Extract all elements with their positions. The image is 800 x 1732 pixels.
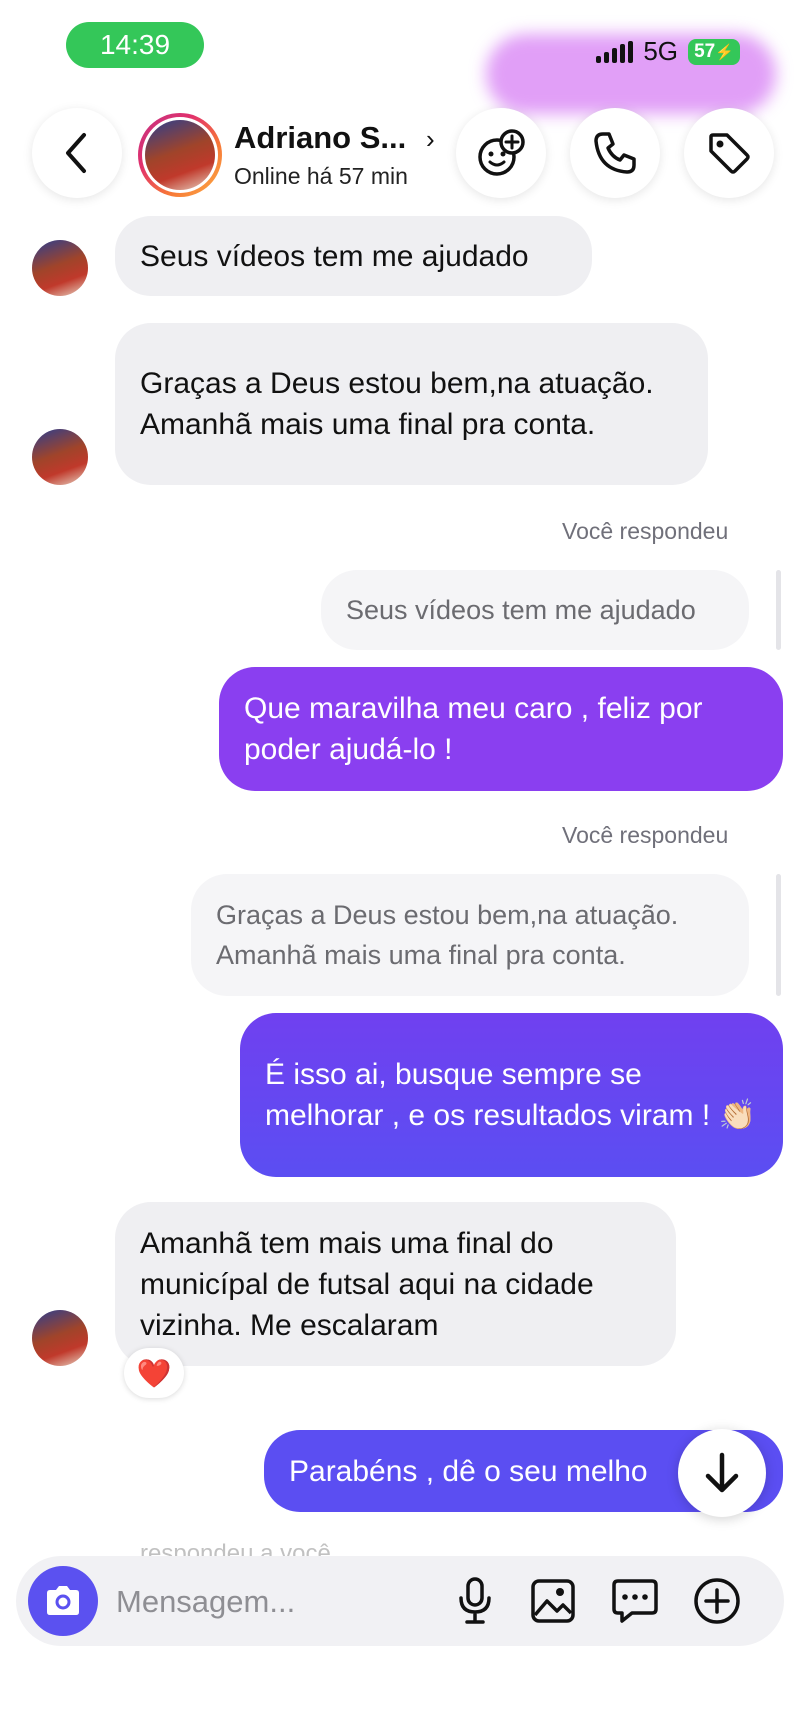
incoming-message[interactable]: Amanhã tem mais uma final do municípal d… bbox=[115, 1202, 676, 1366]
sender-avatar[interactable] bbox=[32, 240, 88, 296]
reply-quote[interactable]: Seus vídeos tem me ajudado bbox=[321, 570, 749, 650]
status-indicators: 5G 57 ⚡ bbox=[596, 36, 740, 67]
chat-options-button[interactable] bbox=[608, 1574, 662, 1628]
contact-status: Online há 57 min bbox=[234, 163, 408, 189]
reply-label: Você respondeu bbox=[562, 518, 729, 544]
reply-bar bbox=[776, 570, 781, 650]
phone-icon bbox=[594, 132, 636, 174]
sticker-button[interactable] bbox=[456, 108, 546, 198]
chevron-left-icon bbox=[66, 133, 86, 173]
sender-avatar[interactable] bbox=[32, 1310, 88, 1366]
image-icon bbox=[531, 1579, 575, 1623]
battery-icon: 57 ⚡ bbox=[688, 38, 740, 65]
gallery-button[interactable] bbox=[526, 1574, 580, 1628]
outgoing-message[interactable]: É isso ai, busque sempre se melhorar , e… bbox=[240, 1013, 783, 1177]
signal-icon bbox=[596, 40, 634, 63]
sticker-add-icon bbox=[478, 129, 525, 176]
reply-label: Você respondeu bbox=[562, 822, 729, 848]
arrow-down-icon bbox=[705, 1452, 739, 1493]
tag-button[interactable] bbox=[684, 108, 774, 198]
camera-button[interactable] bbox=[28, 1566, 98, 1636]
sender-avatar[interactable] bbox=[32, 429, 88, 485]
plus-circle-icon bbox=[694, 1578, 740, 1624]
contact-name[interactable]: Adriano S... bbox=[234, 120, 406, 156]
battery-level: 57 bbox=[694, 40, 716, 62]
add-button[interactable] bbox=[690, 1574, 744, 1628]
outgoing-message[interactable]: Que maravilha meu caro , feliz por poder… bbox=[219, 667, 783, 791]
incoming-message[interactable]: Graças a Deus estou bem,na atuação. Aman… bbox=[115, 323, 708, 485]
incoming-message[interactable]: Seus vídeos tem me ajudado bbox=[115, 216, 592, 296]
contact-avatar[interactable] bbox=[138, 113, 222, 197]
chevron-right-icon[interactable]: › bbox=[426, 124, 435, 155]
back-button[interactable] bbox=[32, 108, 122, 198]
voice-button[interactable] bbox=[448, 1574, 502, 1628]
status-time: 14:39 bbox=[66, 22, 204, 68]
heart-reaction[interactable]: ❤️ bbox=[124, 1348, 184, 1398]
call-button[interactable] bbox=[570, 108, 660, 198]
avatar-image bbox=[145, 120, 215, 190]
reply-quote[interactable]: Graças a Deus estou bem,na atuação. Aman… bbox=[191, 874, 749, 996]
tag-icon bbox=[709, 133, 750, 174]
chat-bubble-icon bbox=[612, 1579, 658, 1623]
message-input[interactable] bbox=[114, 1576, 438, 1628]
microphone-icon bbox=[459, 1577, 491, 1624]
network-label: 5G bbox=[643, 36, 678, 66]
reply-bar bbox=[776, 874, 781, 996]
scroll-down-button[interactable] bbox=[678, 1429, 766, 1517]
camera-icon bbox=[47, 1586, 79, 1615]
